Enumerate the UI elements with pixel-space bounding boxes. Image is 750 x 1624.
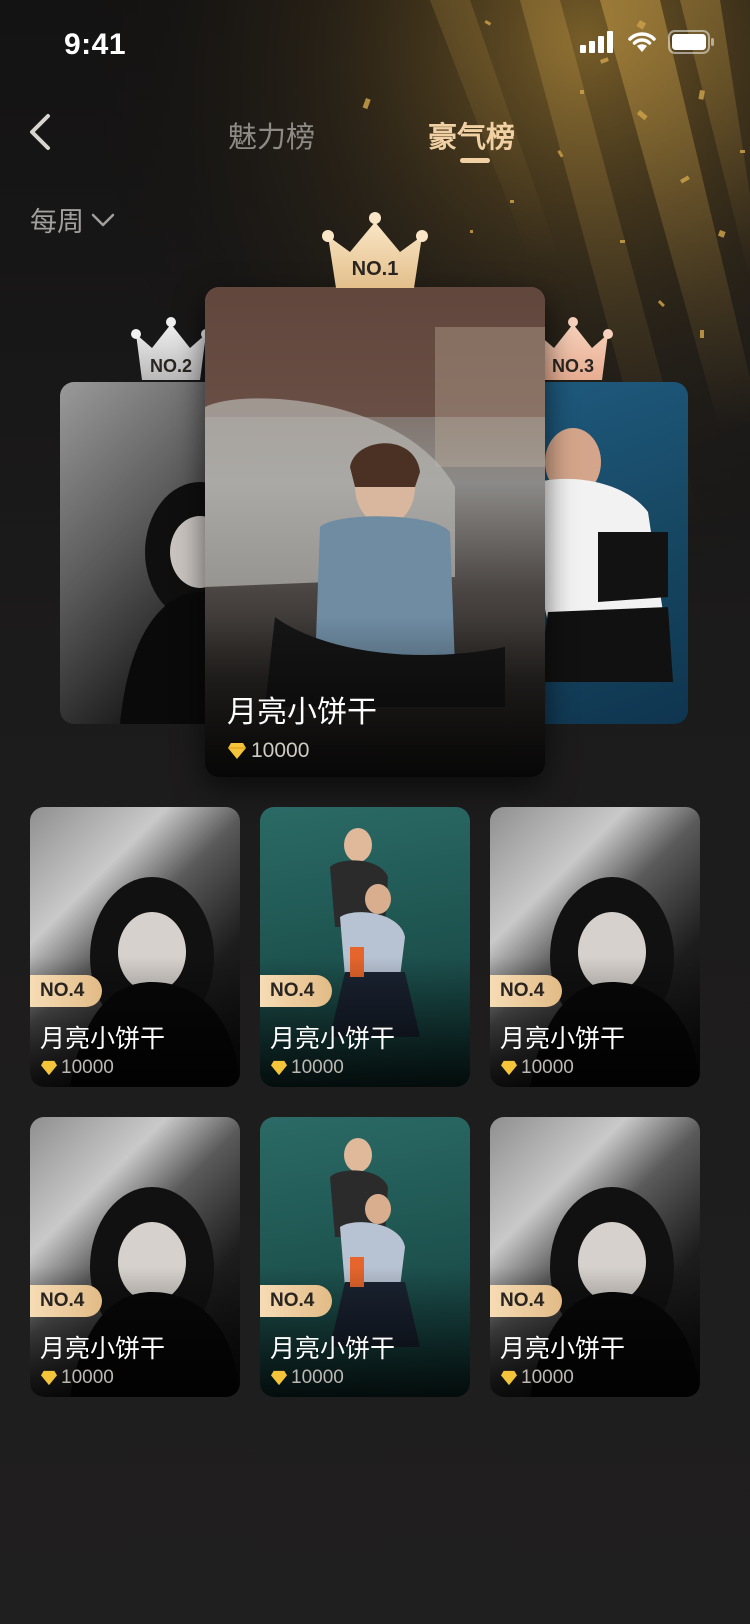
score-value: 10000	[521, 1367, 574, 1388]
back-button[interactable]	[26, 110, 66, 154]
diamond-icon	[271, 1060, 287, 1076]
status-time: 9:41	[64, 28, 127, 61]
rank-badge: NO.4	[260, 1285, 333, 1317]
user-score: 10000	[270, 1367, 344, 1389]
chevron-left-icon	[30, 114, 50, 150]
ranking-tile[interactable]: NO.4 月亮小饼干 10000	[30, 807, 240, 1087]
tab-rich-ranking[interactable]: 豪气榜	[428, 114, 515, 156]
user-name: 月亮小饼干	[500, 1025, 626, 1053]
diamond-icon	[41, 1370, 57, 1386]
status-bar: 9:41	[0, 0, 750, 88]
ranking-tile[interactable]: NO.4 月亮小饼干 10000	[490, 807, 700, 1087]
signal-icon	[580, 31, 613, 53]
user-name: 月亮小饼干	[40, 1335, 166, 1363]
score-value: 10000	[291, 1367, 344, 1388]
diamond-icon	[271, 1370, 287, 1386]
status-icons	[580, 30, 714, 54]
user-name: 月亮小饼干	[270, 1335, 396, 1363]
diamond-icon	[41, 1060, 57, 1076]
wifi-icon	[628, 32, 656, 52]
active-tab-indicator	[460, 158, 490, 163]
rank-2-label: NO.2	[149, 356, 192, 376]
rank-badge: NO.4	[490, 975, 563, 1007]
rank-badge: NO.4	[260, 975, 333, 1007]
diamond-icon	[501, 1370, 517, 1386]
ranking-tile[interactable]: NO.4 月亮小饼干 10000	[260, 1117, 470, 1397]
rank-1-label: NO.1	[351, 258, 399, 280]
user-name: 月亮小饼干	[270, 1025, 396, 1053]
ranking-tile[interactable]: NO.4 月亮小饼干 10000	[260, 807, 470, 1087]
user-score: 10000	[270, 1057, 344, 1079]
period-selector[interactable]: 每周	[30, 200, 116, 239]
score-value: 10000	[61, 1057, 114, 1078]
user-score: 10000	[500, 1367, 574, 1389]
user-score: 10000	[40, 1367, 114, 1389]
rank-1-crown: NO.1	[320, 210, 430, 288]
diamond-icon	[501, 1060, 517, 1076]
podium-card-rank-1[interactable]: 月亮小饼干 10000	[205, 287, 545, 777]
user-name: 月亮小饼干	[227, 696, 377, 729]
score-value: 10000	[521, 1057, 574, 1078]
score-value: 10000	[291, 1057, 344, 1078]
score-value: 10000	[251, 739, 310, 762]
user-name: 月亮小饼干	[40, 1025, 166, 1053]
battery-icon	[668, 30, 714, 54]
chevron-down-icon	[91, 213, 115, 226]
user-score: 10000	[227, 739, 309, 763]
tab-charm-ranking[interactable]: 魅力榜	[228, 114, 315, 156]
period-label: 每周	[30, 207, 84, 237]
rank-badge: NO.4	[30, 1285, 103, 1317]
ranking-tile[interactable]: NO.4 月亮小饼干 10000	[30, 1117, 240, 1397]
user-score: 10000	[500, 1057, 574, 1079]
diamond-icon	[228, 743, 246, 759]
rank-badge: NO.4	[30, 975, 103, 1007]
user-score: 10000	[40, 1057, 114, 1079]
score-value: 10000	[61, 1367, 114, 1388]
ranking-tile[interactable]: NO.4 月亮小饼干 10000	[490, 1117, 700, 1397]
rank-2-crown: NO.2	[130, 314, 212, 380]
top-navigation: 魅力榜 豪气榜	[0, 100, 750, 170]
rank-badge: NO.4	[490, 1285, 563, 1317]
user-name: 月亮小饼干	[500, 1335, 626, 1363]
